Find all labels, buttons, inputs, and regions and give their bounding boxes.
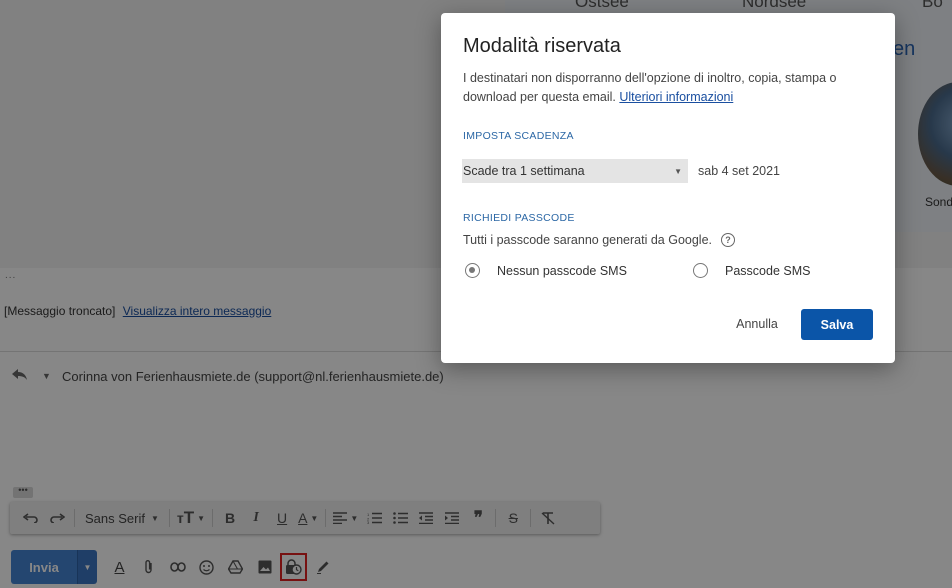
passcode-note-text: Tutti i passcode saranno generati da Goo…: [463, 233, 712, 247]
dialog-description: I destinatari non disporranno dell'opzio…: [463, 69, 873, 107]
help-icon[interactable]: ?: [721, 233, 735, 247]
option-label: Nessun passcode SMS: [497, 263, 627, 278]
passcode-note: Tutti i passcode saranno generati da Goo…: [463, 233, 735, 247]
option-label: Passcode SMS: [725, 263, 811, 278]
passcode-section-label: RICHIEDI PASSCODE: [463, 212, 575, 224]
radio-selected-icon[interactable]: [465, 263, 480, 278]
no-sms-passcode-option[interactable]: Nessun passcode SMS: [465, 263, 627, 278]
sms-passcode-option[interactable]: Passcode SMS: [693, 263, 810, 278]
expiry-selected-value: Scade tra 1 settimana: [463, 164, 585, 178]
chevron-down-icon: ▼: [674, 167, 682, 176]
radio-unselected-icon[interactable]: [693, 263, 708, 278]
confidential-mode-dialog: Modalità riservata I destinatari non dis…: [441, 13, 895, 363]
save-button[interactable]: Salva: [801, 309, 873, 340]
expiry-section-label: IMPOSTA SCADENZA: [463, 130, 574, 142]
expiry-select[interactable]: Scade tra 1 settimana ▼: [462, 159, 688, 183]
expiry-date: sab 4 set 2021: [698, 164, 781, 178]
cancel-button[interactable]: Annulla: [726, 312, 788, 336]
dialog-title: Modalità riservata: [463, 35, 621, 57]
learn-more-link[interactable]: Ulteriori informazioni: [619, 90, 733, 104]
